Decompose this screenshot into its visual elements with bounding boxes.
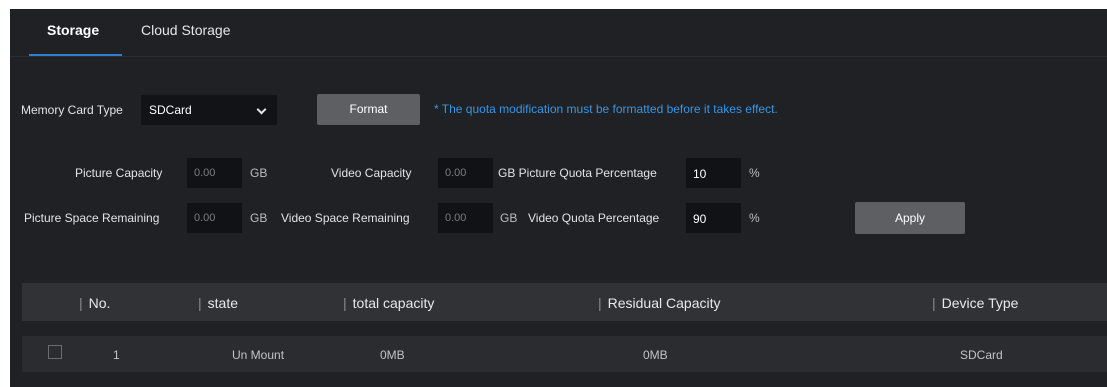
cell-state: Un Mount [232, 348, 285, 362]
column-separator: | [343, 295, 347, 311]
video-quota-unit: % [749, 211, 760, 225]
column-separator: | [598, 295, 602, 311]
column-header-state[interactable]: | state [198, 295, 238, 311]
cell-total-capacity: 0MB [380, 348, 405, 362]
memory-card-type-select[interactable]: SDCard [141, 95, 277, 125]
table-header: | No. | state | total capacity | Residual Ca… [22, 283, 1107, 321]
column-header-no[interactable]: | No. [79, 295, 110, 311]
video-space-remaining-label: Video Space Remaining [281, 211, 410, 225]
column-header-label: state [207, 295, 238, 311]
tab-storage[interactable]: Storage [47, 22, 99, 38]
picture-capacity-unit: GB [250, 166, 268, 180]
video-capacity-field: 0.00 [438, 158, 493, 188]
column-separator: | [932, 295, 936, 311]
video-capacity-label: Video Capacity [331, 166, 412, 180]
row-checkbox[interactable] [48, 345, 62, 359]
picture-capacity-label: Picture Capacity [75, 166, 163, 180]
picture-remaining-unit: GB [250, 211, 268, 225]
picture-quota-label: GB Picture Quota Percentage [498, 166, 657, 180]
picture-quota-unit: % [749, 166, 760, 180]
format-button[interactable]: Format [317, 94, 420, 125]
tab-bar: Storage Cloud Storage [10, 9, 1107, 57]
column-header-label: Residual Capacity [607, 295, 721, 311]
storage-panel: Storage Cloud Storage Memory Card Type S… [10, 9, 1107, 387]
picture-quota-input[interactable]: 10 [686, 158, 741, 188]
column-header-total-capacity[interactable]: | total capacity [343, 295, 434, 311]
tab-cloud-storage[interactable]: Cloud Storage [141, 22, 231, 38]
video-remaining-unit: GB [500, 211, 518, 225]
memory-card-type-label: Memory Card Type [21, 103, 123, 117]
video-space-remaining-field: 0.00 [438, 203, 493, 233]
quota-note: * The quota modification must be formatt… [434, 102, 778, 116]
cell-device-type: SDCard [960, 348, 1003, 362]
picture-space-remaining-field: 0.00 [187, 203, 242, 233]
table-row[interactable]: 1 Un Mount 0MB 0MB SDCard [22, 336, 1107, 372]
column-header-residual-capacity[interactable]: | Residual Capacity [598, 295, 720, 311]
chevron-down-icon [256, 104, 267, 115]
picture-space-remaining-label: Picture Space Remaining [24, 211, 160, 225]
column-header-label: Device Type [941, 295, 1019, 311]
memory-card-type-value: SDCard [149, 103, 192, 117]
column-separator: | [79, 295, 83, 311]
apply-button[interactable]: Apply [855, 202, 965, 234]
cell-no: 1 [113, 348, 120, 362]
column-header-label: total capacity [352, 295, 435, 311]
video-quota-label: Video Quota Percentage [528, 211, 660, 225]
column-header-label: No. [88, 295, 111, 311]
column-separator: | [198, 295, 202, 311]
column-header-device-type[interactable]: | Device Type [932, 295, 1018, 311]
picture-capacity-field: 0.00 [187, 158, 242, 188]
active-tab-indicator [29, 54, 122, 56]
video-quota-input[interactable]: 90 [686, 203, 741, 233]
cell-residual-capacity: 0MB [643, 348, 668, 362]
